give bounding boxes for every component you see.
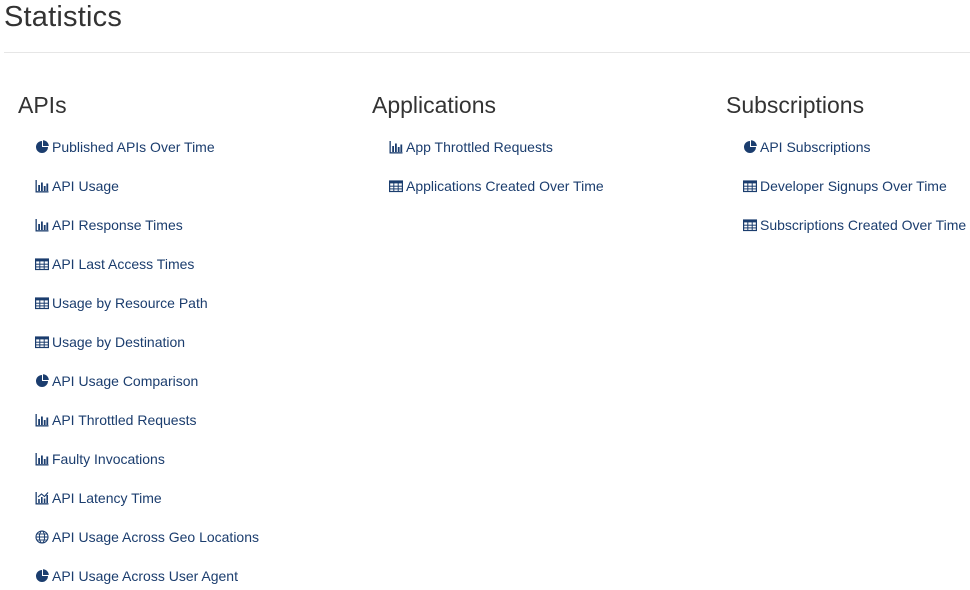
bar-chart-icon (34, 179, 49, 193)
list-item: Subscriptions Created Over Time (726, 216, 970, 255)
page-title: Statistics (4, 1, 123, 33)
link-label: Developer Signups Over Time (760, 178, 947, 194)
link-label: Applications Created Over Time (406, 178, 604, 194)
link-usage-by-destination[interactable]: Usage by Destination (34, 333, 185, 351)
link-api-response-times[interactable]: API Response Times (34, 216, 183, 234)
bar-chart-icon (34, 452, 49, 466)
link-label: API Usage Across Geo Locations (52, 529, 259, 545)
page-header: Statistics (4, 0, 970, 53)
list-item: Usage by Destination (18, 333, 358, 372)
list-item: Usage by Resource Path (18, 294, 358, 333)
apis-section: APIs Published APIs Over Time API Usage AP… (18, 90, 358, 590)
link-api-subscriptions[interactable]: API Subscriptions (742, 138, 871, 156)
list-item: API Throttled Requests (18, 411, 358, 450)
link-usage-by-resource-path[interactable]: Usage by Resource Path (34, 294, 208, 312)
link-label: Published APIs Over Time (52, 139, 215, 155)
link-published-apis-over-time[interactable]: Published APIs Over Time (34, 138, 215, 156)
link-label: API Latency Time (52, 490, 162, 506)
bar-chart-icon (34, 218, 49, 232)
table-icon (742, 179, 757, 193)
pie-chart-icon (34, 374, 49, 388)
section-title-apis: APIs (18, 92, 67, 118)
link-api-usage-comparison[interactable]: API Usage Comparison (34, 372, 198, 390)
link-label: Usage by Destination (52, 334, 186, 350)
link-label: API Last Access Times (52, 256, 195, 272)
line-bar-chart-icon (34, 491, 49, 505)
link-label: API Usage Comparison (52, 373, 199, 389)
pie-chart-icon (34, 140, 49, 154)
list-item: Developer Signups Over Time (726, 177, 970, 216)
list-item: API Response Times (18, 216, 358, 255)
pie-chart-icon (34, 569, 49, 583)
bar-chart-icon (388, 140, 403, 154)
list-item: API Usage Across User Agent (18, 567, 358, 590)
link-developer-signups-over-time[interactable]: Developer Signups Over Time (742, 177, 947, 195)
link-label: API Usage (52, 178, 119, 194)
link-applications-created-over-time[interactable]: Applications Created Over Time (388, 177, 604, 195)
list-item: API Usage Comparison (18, 372, 358, 411)
link-label: App Throttled Requests (406, 139, 553, 155)
link-label: Subscriptions Created Over Time (760, 217, 967, 233)
link-label: API Usage Across User Agent (52, 568, 238, 584)
globe-icon (34, 530, 49, 544)
subscriptions-link-list: API Subscriptions Developer Signups Over … (726, 138, 970, 255)
table-icon (388, 179, 403, 193)
table-icon (34, 296, 49, 310)
list-item: API Usage (18, 177, 358, 216)
list-item: API Last Access Times (18, 255, 358, 294)
link-label: Faulty Invocations (52, 451, 165, 467)
link-api-last-access-times[interactable]: API Last Access Times (34, 255, 194, 273)
link-label: API Subscriptions (760, 139, 871, 155)
apis-link-list: Published APIs Over Time API Usage API Res… (18, 138, 358, 590)
list-item: API Latency Time (18, 489, 358, 528)
pie-chart-icon (742, 140, 757, 154)
link-label: API Response Times (52, 217, 183, 233)
link-api-latency-time[interactable]: API Latency Time (34, 489, 162, 507)
applications-link-list: App Throttled Requests Applications Creat… (372, 138, 712, 216)
list-item: API Subscriptions (726, 138, 970, 177)
list-item: Faulty Invocations (18, 450, 358, 489)
link-api-throttled-requests[interactable]: API Throttled Requests (34, 411, 196, 429)
table-icon (742, 218, 757, 232)
list-item: Published APIs Over Time (18, 138, 358, 177)
subscriptions-section: Subscriptions API Subscriptions Developer… (726, 90, 970, 255)
section-title-applications: Applications (372, 92, 497, 118)
list-item: Applications Created Over Time (372, 177, 712, 216)
table-icon (34, 335, 49, 349)
link-api-usage-across-user-agent[interactable]: API Usage Across User Agent (34, 567, 238, 585)
link-app-throttled-requests[interactable]: App Throttled Requests (388, 138, 553, 156)
bar-chart-icon (34, 413, 49, 427)
link-label: Usage by Resource Path (52, 295, 208, 311)
applications-section: Applications App Throttled Requests Appli… (372, 90, 712, 216)
link-label: API Throttled Requests (52, 412, 197, 428)
link-faulty-invocations[interactable]: Faulty Invocations (34, 450, 165, 468)
list-item: App Throttled Requests (372, 138, 712, 177)
link-subscriptions-created-over-time[interactable]: Subscriptions Created Over Time (742, 216, 966, 234)
list-item: API Usage Across Geo Locations (18, 528, 358, 567)
link-api-usage[interactable]: API Usage (34, 177, 119, 195)
table-icon (34, 257, 49, 271)
section-title-subscriptions: Subscriptions (726, 92, 865, 118)
link-api-usage-across-geo-locations[interactable]: API Usage Across Geo Locations (34, 528, 259, 546)
